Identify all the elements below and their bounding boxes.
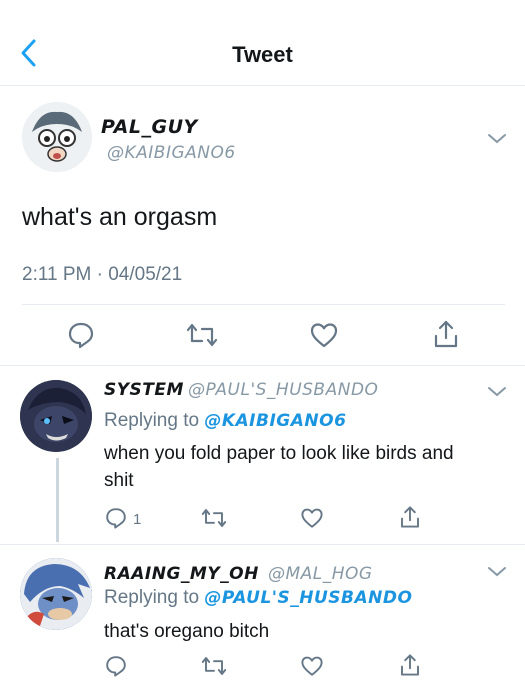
share-icon[interactable] xyxy=(398,504,422,530)
reply-icon[interactable] xyxy=(104,506,128,530)
tweet-action-bar xyxy=(0,318,525,354)
reply-text: when you fold paper to look like birds a… xyxy=(104,440,454,494)
mention-link[interactable]: @PAUL'S_HUSBANDO xyxy=(204,588,412,608)
chevron-down-icon[interactable] xyxy=(486,132,508,146)
avatar[interactable] xyxy=(20,558,92,630)
share-icon[interactable] xyxy=(398,652,422,678)
replying-to-line: Replying to @PAUL'S_HUSBANDO xyxy=(104,587,412,609)
reply-icon[interactable] xyxy=(66,320,96,350)
chevron-down-icon[interactable] xyxy=(486,385,508,399)
avatar[interactable] xyxy=(22,102,92,172)
reply-count: 1 xyxy=(133,511,142,528)
divider xyxy=(0,365,525,366)
divider xyxy=(22,304,505,305)
like-heart-icon[interactable] xyxy=(300,654,324,678)
thread-connector-line xyxy=(56,458,59,542)
retweet-icon[interactable] xyxy=(200,654,228,678)
reply-author-handle[interactable]: @PAUL'S_HUSBANDO xyxy=(188,380,378,400)
retweet-icon[interactable] xyxy=(200,506,228,530)
tweet-text: what's an orgasm xyxy=(22,203,218,231)
like-heart-icon[interactable] xyxy=(300,506,324,530)
page-title: Tweet xyxy=(232,42,293,67)
avatar[interactable] xyxy=(20,380,92,452)
reply-text: that's oregano bitch xyxy=(104,621,270,642)
reply-icon[interactable] xyxy=(104,654,128,678)
reply-text-line: shit xyxy=(104,470,134,491)
reply-author-handle[interactable]: @MAL_HOG xyxy=(268,564,373,584)
reply-author-name[interactable]: SYSTEM xyxy=(104,380,184,400)
reply-author-name[interactable]: RAAING_MY_OH xyxy=(104,564,259,584)
mention-link[interactable]: @KAIBIGANO6 xyxy=(204,411,346,431)
author-name[interactable]: PAL_GUY xyxy=(101,116,198,138)
top-nav-bar: Tweet xyxy=(0,0,525,86)
like-heart-icon[interactable] xyxy=(309,320,339,350)
share-icon[interactable] xyxy=(431,318,461,350)
reply-text-line: when you fold paper to look like birds a… xyxy=(104,443,454,464)
tweet-timestamp[interactable]: 2:11 PM · 04/05/21 xyxy=(22,264,182,286)
chevron-down-icon[interactable] xyxy=(486,565,508,579)
retweet-icon[interactable] xyxy=(185,320,219,350)
replying-to-label: Replying to xyxy=(104,587,200,608)
replying-to-line: Replying to @KAIBIGANO6 xyxy=(104,410,346,432)
replying-to-label: Replying to xyxy=(104,410,200,431)
divider xyxy=(0,544,525,545)
author-handle[interactable]: @KAIBIGANO6 xyxy=(107,143,236,163)
